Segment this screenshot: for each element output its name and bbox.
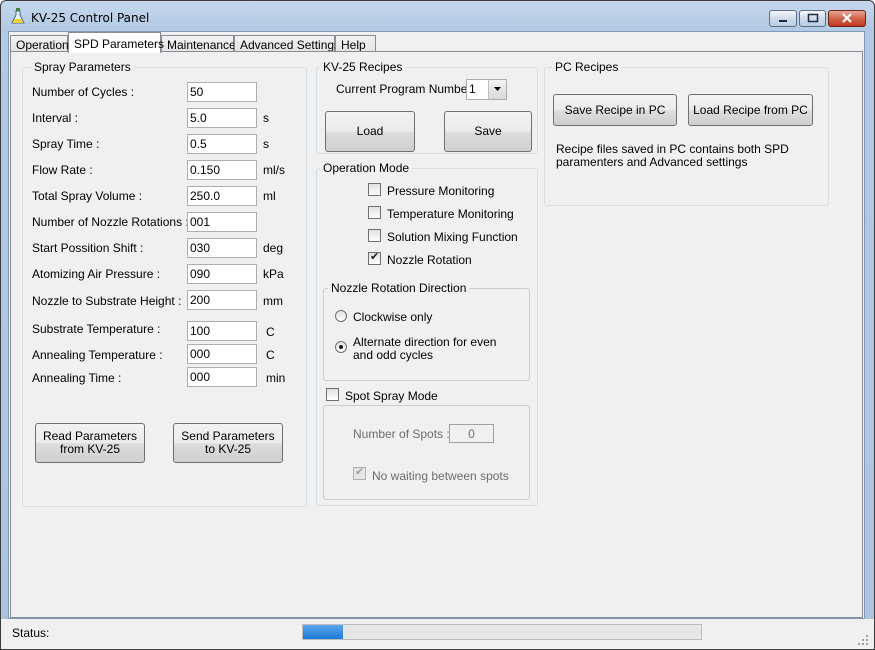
maximize-button[interactable] (799, 10, 826, 27)
save-recipe-button[interactable]: Save (444, 111, 532, 152)
clockwise-only-radio[interactable] (335, 310, 347, 322)
nozzle-height-input[interactable]: 200 (187, 290, 257, 310)
dropdown-button[interactable] (488, 80, 506, 99)
tab-advanced-settings[interactable]: Advanced Settings (234, 35, 340, 52)
close-button[interactable] (828, 10, 866, 27)
status-progress-bar (302, 624, 702, 640)
start-shift-input[interactable]: 030 (187, 238, 257, 258)
start-shift-label: Start Possition Shift : (32, 241, 144, 255)
total-volume-unit: ml (263, 189, 276, 203)
progress-fill (303, 625, 343, 639)
pc-recipes-group: PC Recipes Save Recipe in PC Load Recipe… (544, 60, 829, 206)
number-of-spots-label: Number of Spots : (353, 427, 450, 441)
operation-mode-group: Operation Mode Pressure Monitoring Tempe… (316, 161, 538, 506)
flow-rate-label: Flow Rate : (32, 163, 93, 177)
title-bar[interactable]: KV-25 Control Panel (1, 1, 874, 31)
chevron-down-icon (494, 87, 501, 91)
cycles-label: Number of Cycles : (32, 85, 135, 99)
no-waiting-checkbox[interactable] (353, 465, 366, 480)
tab-operation[interactable]: Operation (10, 35, 69, 52)
no-waiting-label: No waiting between spots (372, 469, 509, 483)
program-number-select[interactable]: 1 (466, 79, 507, 100)
tab-help[interactable]: Help (335, 35, 376, 52)
maximize-icon (807, 13, 819, 23)
total-volume-input[interactable]: 250.0 (187, 186, 257, 206)
pressure-monitoring-label: Pressure Monitoring (387, 184, 495, 198)
pc-recipes-info: Recipe files saved in PC contains both S… (556, 142, 789, 169)
nozzle-rotations-input[interactable]: 001 (187, 212, 257, 232)
nozzle-height-label: Nozzle to Substrate Height : (32, 294, 182, 308)
flow-rate-unit: ml/s (263, 163, 285, 177)
operation-mode-title: Operation Mode (320, 161, 413, 175)
spot-spray-group: Number of Spots : 0 No waiting between s… (323, 405, 530, 500)
interval-label: Interval : (32, 111, 79, 125)
pressure-monitoring-checkbox[interactable] (368, 183, 381, 196)
resize-grip-icon[interactable] (858, 635, 868, 645)
interval-unit: s (263, 111, 269, 125)
pc-recipes-title: PC Recipes (552, 60, 622, 74)
temperature-monitoring-checkbox[interactable] (368, 206, 381, 219)
air-pressure-input[interactable]: 090 (187, 264, 257, 284)
nozzle-height-unit: mm (263, 294, 283, 308)
program-number-value: 1 (469, 82, 476, 96)
save-recipe-pc-button[interactable]: Save Recipe in PC (553, 94, 677, 126)
app-flask-icon (11, 8, 25, 24)
annealing-temp-label: Annealing Temperature : (32, 348, 163, 362)
air-pressure-label: Atomizing Air Pressure : (32, 267, 161, 281)
client-area: Operation SPD Parameters Maintenance Adv… (8, 31, 865, 619)
spot-spray-checkbox[interactable] (326, 388, 339, 401)
spray-time-unit: s (263, 137, 269, 151)
air-pressure-unit: kPa (263, 267, 284, 281)
annealing-temp-input[interactable]: 000 (187, 344, 257, 364)
nozzle-rotation-checkbox[interactable] (368, 250, 381, 265)
spray-time-input[interactable]: 0.5 (187, 134, 257, 154)
status-label: Status: (12, 626, 50, 640)
substrate-temp-unit: C (266, 325, 275, 339)
number-of-spots-input[interactable]: 0 (449, 424, 494, 443)
nozzle-direction-group: Nozzle Rotation Direction Clockwise only… (323, 281, 530, 381)
minimize-button[interactable] (769, 10, 797, 27)
alternate-direction-radio[interactable] (335, 341, 347, 353)
annealing-time-input[interactable]: 000 (187, 367, 257, 387)
spray-parameters-group: Spray Parameters Number of Cycles : 50 I… (22, 60, 307, 507)
main-window: KV-25 Control Panel Operation SPD Parame… (0, 0, 875, 650)
annealing-time-unit: min (266, 371, 286, 385)
load-recipe-pc-button[interactable]: Load Recipe from PC (688, 94, 813, 126)
tab-spd-parameters[interactable]: SPD Parameters (68, 32, 164, 53)
solution-mixing-checkbox[interactable] (368, 229, 381, 242)
kv-recipes-group: KV-25 Recipes Current Program Number : 1… (316, 60, 538, 154)
close-icon (842, 13, 852, 23)
status-bar: Status: (1, 619, 874, 649)
spd-parameters-panel: Spray Parameters Number of Cycles : 50 I… (10, 51, 863, 618)
spot-spray-label: Spot Spray Mode (345, 389, 438, 403)
annealing-time-label: Annealing Time : (32, 371, 122, 385)
interval-input[interactable]: 5.0 (187, 108, 257, 128)
cycles-input[interactable]: 50 (187, 82, 257, 102)
total-volume-label: Total Spray Volume : (32, 189, 143, 203)
annealing-temp-unit: C (266, 348, 275, 362)
solution-mixing-label: Solution Mixing Function (387, 230, 518, 244)
kv-recipes-title: KV-25 Recipes (320, 60, 406, 74)
spray-parameters-title: Spray Parameters (31, 60, 134, 74)
nozzle-rotations-label: Number of Nozzle Rotations : (32, 215, 189, 229)
substrate-temp-input[interactable]: 100 (187, 321, 257, 341)
alternate-direction-label: Alternate direction for even and odd cyc… (353, 335, 497, 362)
clockwise-only-label: Clockwise only (353, 310, 433, 324)
tab-maintenance[interactable]: Maintenance (161, 35, 236, 52)
minimize-icon (779, 20, 787, 22)
read-parameters-button[interactable]: Read Parameters from KV-25 (35, 423, 145, 463)
window-title: KV-25 Control Panel (31, 11, 150, 25)
nozzle-direction-title: Nozzle Rotation Direction (328, 281, 470, 295)
spray-time-label: Spray Time : (32, 137, 100, 151)
send-parameters-button[interactable]: Send Parameters to KV-25 (173, 423, 283, 463)
flow-rate-input[interactable]: 0.150 (187, 160, 257, 180)
nozzle-rotation-label: Nozzle Rotation (387, 253, 472, 267)
program-number-label: Current Program Number : (336, 82, 479, 96)
temperature-monitoring-label: Temperature Monitoring (387, 207, 514, 221)
start-shift-unit: deg (263, 241, 284, 255)
substrate-temp-label: Substrate Temperature : (32, 322, 161, 336)
load-recipe-button[interactable]: Load (325, 111, 415, 152)
